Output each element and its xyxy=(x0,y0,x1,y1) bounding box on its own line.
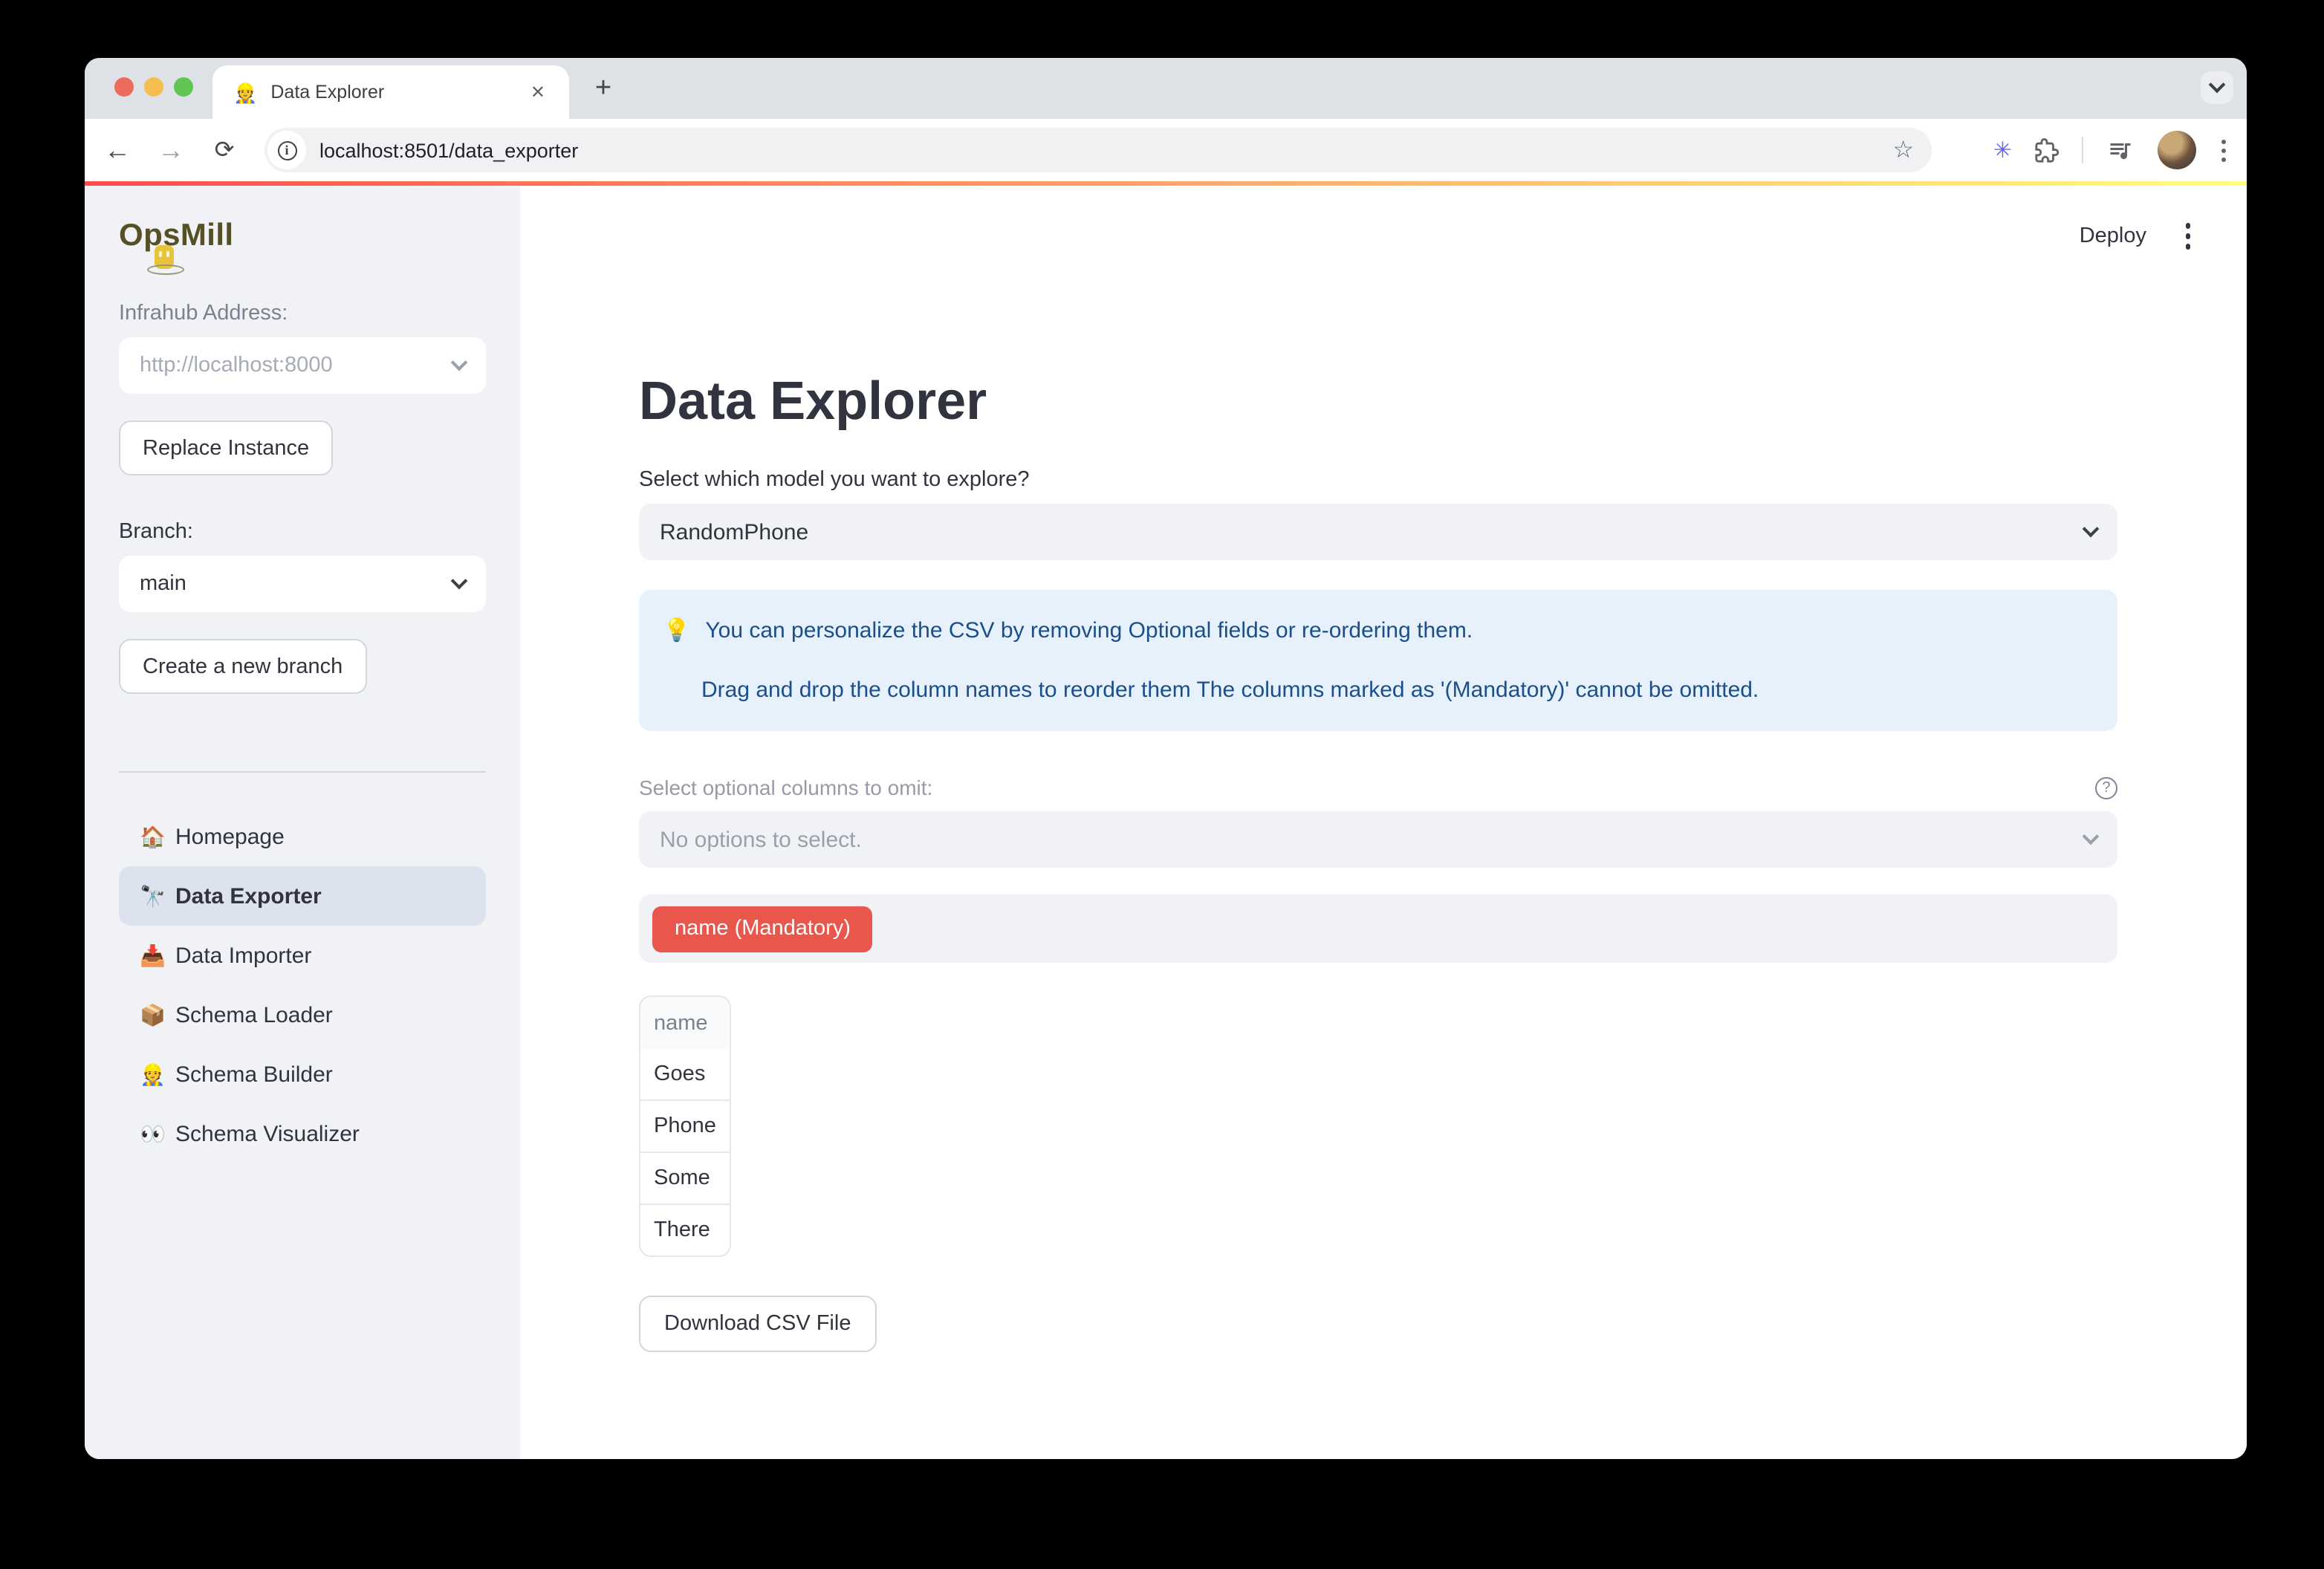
app-body: OpsMill Infrahub Address: http://localho… xyxy=(85,186,2247,1459)
new-tab-button[interactable]: + xyxy=(584,70,623,108)
address-bar[interactable]: i localhost:8501/data_exporter ☆ xyxy=(264,128,1932,172)
sidebar-item-schema-visualizer[interactable]: 👀 Schema Visualizer xyxy=(119,1104,486,1163)
window-controls xyxy=(114,77,193,97)
info-box: 💡 You can personalize the CSV by removin… xyxy=(639,590,2117,731)
model-select-value: RandomPhone xyxy=(660,519,2085,545)
inbox-tray-icon: 📥 xyxy=(140,943,175,968)
house-icon: 🏠 xyxy=(140,824,175,849)
telescope-icon: 🔭 xyxy=(140,883,175,909)
opsmill-mascot-icon xyxy=(155,245,174,269)
extensions-puzzle-icon[interactable] xyxy=(2034,137,2060,163)
site-info-button[interactable]: i xyxy=(267,131,306,169)
app-menu-icon[interactable] xyxy=(2185,223,2190,249)
screenshot-stage: 👷 Data Explorer ✕ + ← → ⟳ i localhost:85… xyxy=(0,0,2324,1569)
tab-search-button[interactable] xyxy=(2201,71,2233,104)
sidebar-item-label: Schema Loader xyxy=(175,1002,333,1027)
chevron-down-icon xyxy=(2083,521,2100,538)
opsmill-logo: OpsMill xyxy=(119,218,486,269)
sidebar-item-label: Schema Visualizer xyxy=(175,1121,360,1146)
info-text-line1: You can personalize the CSV by removing … xyxy=(705,615,1473,646)
browser-toolbar: ← → ⟳ i localhost:8501/data_exporter ☆ ✳ xyxy=(85,119,2247,181)
sidebar-item-data-exporter[interactable]: 🔭 Data Exporter xyxy=(119,866,486,926)
column-chip-name-mandatory[interactable]: name (Mandatory) xyxy=(652,906,873,952)
infrahub-address-select[interactable]: http://localhost:8000 xyxy=(119,337,486,394)
maximize-window-button[interactable] xyxy=(174,77,193,97)
info-text-line2: Drag and drop the column names to reorde… xyxy=(663,675,2094,706)
branch-value: main xyxy=(140,572,453,596)
replace-instance-button[interactable]: Replace Instance xyxy=(119,420,333,475)
table-row: There xyxy=(639,1205,731,1257)
browser-window: 👷 Data Explorer ✕ + ← → ⟳ i localhost:85… xyxy=(85,58,2247,1459)
forward-button[interactable]: → xyxy=(153,134,189,166)
construction-worker-icon: 👷 xyxy=(140,1062,175,1087)
browser-menu-icon[interactable] xyxy=(2218,139,2229,161)
eyes-icon: 👀 xyxy=(140,1121,175,1146)
url-text: localhost:8501/data_exporter xyxy=(319,139,1892,161)
page-content: Data Explorer Select which model you wan… xyxy=(520,186,2117,1352)
help-icon[interactable]: ? xyxy=(2095,776,2117,799)
tab-strip: 👷 Data Explorer ✕ + xyxy=(85,58,2247,119)
extension-burst-icon[interactable]: ✳ xyxy=(1993,137,2012,163)
deploy-button[interactable]: Deploy xyxy=(2080,224,2146,248)
model-select[interactable]: RandomPhone xyxy=(639,504,2117,560)
tab-favicon-icon: 👷 xyxy=(233,82,257,102)
chevron-down-icon xyxy=(2209,77,2226,94)
create-branch-button[interactable]: Create a new branch xyxy=(119,639,366,694)
sidebar-item-schema-builder[interactable]: 👷 Schema Builder xyxy=(119,1045,486,1104)
sidebar-nav: 🏠 Homepage 🔭 Data Exporter 📥 Data Import… xyxy=(119,807,486,1163)
sidebar-item-homepage[interactable]: 🏠 Homepage xyxy=(119,807,486,866)
minimize-window-button[interactable] xyxy=(144,77,163,97)
streamlit-header: Deploy xyxy=(2080,223,2190,249)
sidebar-item-schema-loader[interactable]: 📦 Schema Loader xyxy=(119,985,486,1045)
sidebar-item-label: Data Exporter xyxy=(175,883,322,909)
infrahub-address-value: http://localhost:8000 xyxy=(140,354,453,377)
info-icon: i xyxy=(277,140,296,160)
lightbulb-icon: 💡 xyxy=(663,615,690,646)
main-panel: Deploy Data Explorer Select which model … xyxy=(520,186,2247,1459)
chevron-down-icon xyxy=(451,354,468,371)
sidebar-item-label: Schema Builder xyxy=(175,1062,333,1087)
close-window-button[interactable] xyxy=(114,77,134,97)
toolbar-separator xyxy=(2082,137,2083,163)
branch-select[interactable]: main xyxy=(119,556,486,612)
download-csv-button[interactable]: Download CSV File xyxy=(639,1296,876,1352)
sidebar-item-label: Data Importer xyxy=(175,943,311,968)
sortable-columns-container: name (Mandatory) xyxy=(639,894,2117,963)
table-row: Some xyxy=(639,1153,731,1205)
sidebar-divider xyxy=(119,771,486,773)
page-title: Data Explorer xyxy=(639,368,2117,432)
table-row: Goes xyxy=(639,1049,731,1101)
tab-title: Data Explorer xyxy=(270,82,525,103)
branch-label: Branch: xyxy=(119,520,486,544)
sidebar-item-label: Homepage xyxy=(175,824,285,849)
profile-avatar[interactable] xyxy=(2158,131,2196,169)
model-select-label: Select which model you want to explore? xyxy=(639,468,2117,492)
chevron-down-icon xyxy=(2083,828,2100,845)
opsmill-logo-text: OpsMill xyxy=(119,218,234,253)
omit-label-row: Select optional columns to omit: ? xyxy=(639,776,2117,799)
sidebar-item-data-importer[interactable]: 📥 Data Importer xyxy=(119,926,486,985)
reload-button[interactable]: ⟳ xyxy=(207,135,242,165)
omit-columns-placeholder: No options to select. xyxy=(660,827,2085,852)
infrahub-address-label: Infrahub Address: xyxy=(119,302,486,325)
bookmark-star-icon[interactable]: ☆ xyxy=(1892,135,1914,165)
toolbar-icons: ✳ xyxy=(1993,119,2229,181)
browser-tab[interactable]: 👷 Data Explorer ✕ xyxy=(212,65,569,119)
omit-columns-label: Select optional columns to omit: xyxy=(639,776,932,799)
preview-table: name Goes Phone Some There xyxy=(639,995,731,1257)
tab-close-icon[interactable]: ✕ xyxy=(525,79,551,105)
package-icon: 📦 xyxy=(140,1002,175,1027)
chevron-down-icon xyxy=(451,573,468,590)
table-header-name: name xyxy=(639,995,731,1049)
table-row: Phone xyxy=(639,1101,731,1153)
omit-columns-multiselect[interactable]: No options to select. xyxy=(639,811,2117,868)
media-playlist-icon[interactable] xyxy=(2106,137,2135,163)
back-button[interactable]: ← xyxy=(100,134,135,166)
sidebar: OpsMill Infrahub Address: http://localho… xyxy=(85,186,520,1459)
